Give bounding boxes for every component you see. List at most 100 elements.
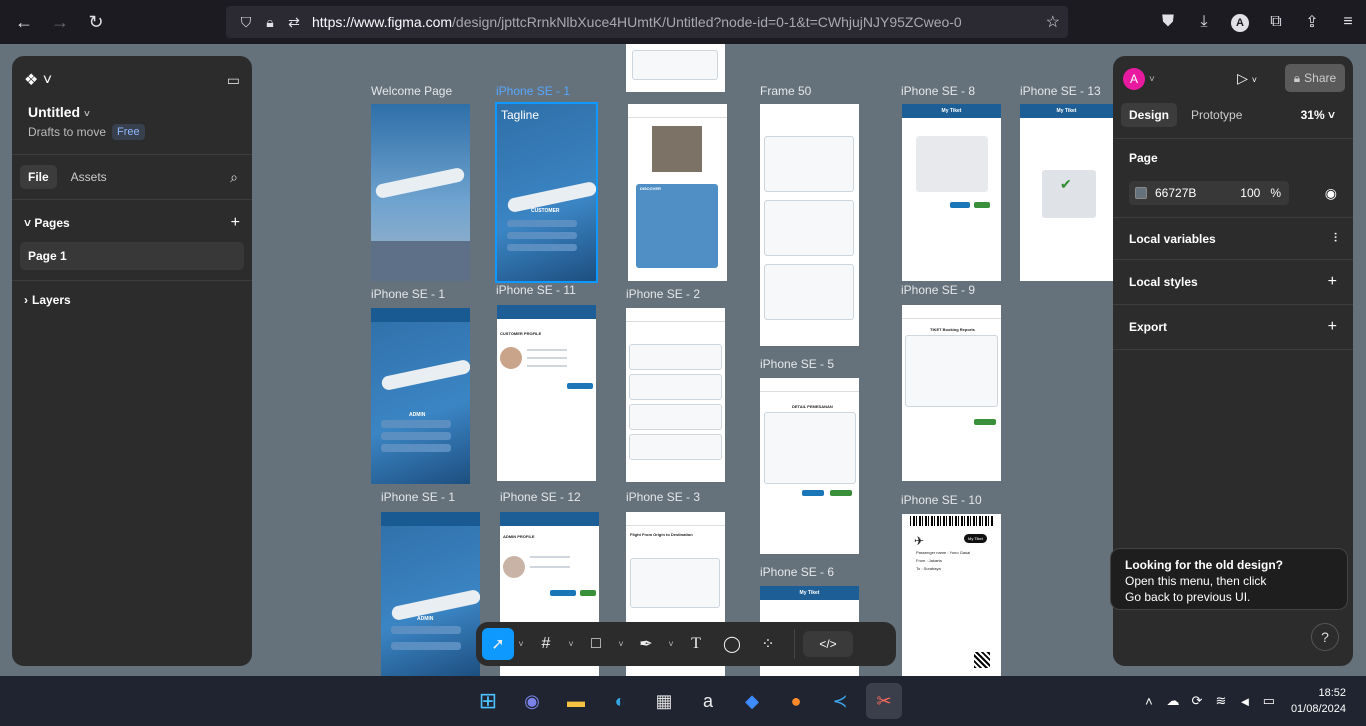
add-style-icon[interactable]: + <box>1328 273 1337 291</box>
page-opacity-value[interactable]: 100 % <box>1240 186 1281 200</box>
present-play-icon[interactable]: ▷ ˅ <box>1237 70 1257 87</box>
cloud-icon[interactable]: ☁ <box>1161 693 1185 709</box>
frame-label[interactable]: iPhone SE - 11 <box>496 283 576 297</box>
tab-file[interactable]: File <box>20 165 57 189</box>
frame-iphone-se-1-customer[interactable]: Tagline CUSTOMER <box>495 102 598 283</box>
back-icon[interactable]: ← <box>6 0 42 44</box>
reload-icon[interactable]: ↻ <box>78 0 114 44</box>
actions-tool-icon[interactable]: ⁘ <box>750 628 786 660</box>
shield-icon[interactable]: ⛉ <box>234 14 258 31</box>
frame-label[interactable]: Welcome Page <box>371 84 452 98</box>
chevron-down-icon[interactable]: ˅ <box>84 109 90 120</box>
file-title[interactable]: Untitled ˅ <box>12 104 252 120</box>
frame-iphone-se-8[interactable]: My Tiket <box>902 104 1001 281</box>
extensions-icon[interactable]: ⧉ <box>1258 13 1294 31</box>
frame-iphone-se-11[interactable]: CUSTOMER PROFILE <box>497 305 596 481</box>
forward-icon[interactable]: → <box>42 0 78 44</box>
frame-label[interactable]: iPhone SE - 2 <box>626 287 700 301</box>
frame-label[interactable]: iPhone SE - 9 <box>901 283 975 297</box>
firefox-icon[interactable]: ● <box>778 683 814 719</box>
eye-icon[interactable]: ◉ <box>1325 185 1337 202</box>
frame-welcome-page[interactable] <box>371 104 470 281</box>
chevron-down-icon[interactable]: ˅ <box>514 639 528 649</box>
pages-section[interactable]: ˅ Pages <box>24 216 70 230</box>
share-button[interactable]: 🔒︎ Share <box>1285 64 1345 92</box>
bookmark-star-icon[interactable]: ☆ <box>1046 12 1060 32</box>
frame-label-selected[interactable]: iPhone SE - 1 <box>496 84 570 98</box>
sync-icon[interactable]: ⟳ <box>1185 693 1209 709</box>
local-styles-row[interactable]: Local styles + <box>1113 259 1353 304</box>
frame-label[interactable]: iPhone SE - 1 <box>371 287 445 301</box>
tab-prototype[interactable]: Prototype <box>1183 103 1250 127</box>
frame-tool-icon[interactable]: # <box>528 628 564 660</box>
frame-label[interactable]: iPhone SE - 6 <box>760 565 834 579</box>
frame-label[interactable]: iPhone SE - 5 <box>760 357 834 371</box>
frame-iphone-se-1-bottom[interactable]: ADMIN <box>381 512 480 676</box>
dropbox-icon[interactable]: ◆ <box>734 683 770 719</box>
figma-menu-icon[interactable]: ❖ ˅ <box>24 70 52 90</box>
page-color-value[interactable]: 66727B <box>1155 186 1196 200</box>
page-color-field[interactable]: 66727B 100 % <box>1129 181 1289 205</box>
tab-design[interactable]: Design <box>1121 103 1178 127</box>
chevron-down-icon[interactable]: ˅ <box>564 639 578 649</box>
edge-icon[interactable]: ◐ <box>602 683 638 719</box>
frame-iphone-se-1-admin[interactable]: ADMIN <box>371 308 470 484</box>
layers-section[interactable]: › Layers <box>12 285 252 315</box>
local-variables-row[interactable]: Local variables ⫶ <box>1113 217 1353 259</box>
battery-icon[interactable]: ▭ <box>1257 693 1281 709</box>
sidebar-toggle-icon[interactable]: ▭ <box>227 72 240 89</box>
frame-label[interactable]: iPhone SE - 8 <box>901 84 975 98</box>
color-swatch[interactable] <box>1135 187 1147 199</box>
frame-label[interactable]: iPhone SE - 3 <box>626 490 700 504</box>
frame-iphone-se-10[interactable]: ✈ My Tiket Passenger name : Yuno Gasai F… <box>902 514 1001 676</box>
tab-assets[interactable]: Assets <box>63 165 115 189</box>
sliders-icon[interactable]: ⫶ <box>1334 231 1337 246</box>
frame-label[interactable]: Frame 50 <box>760 84 811 98</box>
amazon-icon[interactable]: a <box>690 683 726 719</box>
comment-tool-icon[interactable]: ◯ <box>714 628 750 660</box>
frame-iphone-se-13[interactable]: My Tiket ✔ <box>1020 104 1113 281</box>
share-page-icon[interactable]: ⇪ <box>1294 12 1330 32</box>
windows-start-icon[interactable]: ⊞ <box>470 683 506 719</box>
frame-iphone-se-2[interactable] <box>626 308 725 482</box>
wifi-icon[interactable]: ≋ <box>1209 693 1233 709</box>
menu-icon[interactable]: ≡ <box>1330 13 1366 31</box>
vscode-icon[interactable]: ≺ <box>822 683 858 719</box>
store-icon[interactable]: ▦ <box>646 683 682 719</box>
move-tool-icon[interactable]: ➚ <box>482 628 514 660</box>
url-bar[interactable]: ⛉ 🔒︎ ⇄ https://www.figma.com/design/jptt… <box>226 6 1068 38</box>
user-avatar[interactable]: A <box>1123 68 1145 90</box>
teams-icon[interactable]: ◉ <box>514 683 550 719</box>
frame-label[interactable]: iPhone SE - 13 <box>1020 84 1101 98</box>
volume-icon[interactable]: ◄ <box>1233 694 1257 709</box>
frame-partial-top[interactable] <box>626 44 725 92</box>
chevron-down-icon[interactable]: ˅ <box>614 639 628 649</box>
rectangle-tool-icon[interactable]: □ <box>578 628 614 660</box>
frame-iphone-se-9[interactable]: TIKET Booking Reports <box>902 305 1001 481</box>
text-tool-icon[interactable]: T <box>678 628 714 660</box>
pen-tool-icon[interactable]: ✒ <box>628 628 664 660</box>
chevron-up-icon[interactable]: ˄ <box>1137 694 1161 709</box>
file-location[interactable]: Drafts to move <box>28 125 106 139</box>
zoom-level[interactable]: 31% ˅ <box>1301 108 1335 122</box>
lock-icon[interactable]: 🔒︎ <box>258 14 282 31</box>
frame-50[interactable] <box>760 104 859 346</box>
downloads-icon[interactable]: ⤓ <box>1186 13 1222 31</box>
frame-label[interactable]: iPhone SE - 12 <box>500 490 581 504</box>
add-page-icon[interactable]: + <box>231 214 240 232</box>
dev-mode-button[interactable]: </> <box>803 631 853 657</box>
search-icon[interactable]: ⌕ <box>230 169 238 186</box>
permissions-icon[interactable]: ⇄ <box>282 14 306 31</box>
chevron-down-icon[interactable]: ˅ <box>664 639 678 649</box>
file-explorer-icon[interactable]: ▬ <box>558 683 594 719</box>
snipping-tool-icon[interactable]: ✂ <box>866 683 902 719</box>
clock[interactable]: 18:52 01/08/2024 <box>1281 685 1366 717</box>
frame-label[interactable]: iPhone SE - 1 <box>381 490 455 504</box>
pocket-icon[interactable]: ⛊ <box>1150 13 1186 31</box>
frame-iphone-se-5[interactable]: DETAIL PEMESANAN <box>760 378 859 554</box>
export-row[interactable]: Export + <box>1113 304 1353 350</box>
add-export-icon[interactable]: + <box>1328 318 1337 336</box>
page-item[interactable]: Page 1 <box>20 242 244 270</box>
chevron-down-icon[interactable]: ˅ <box>1149 74 1155 85</box>
help-button[interactable]: ? <box>1311 623 1339 651</box>
